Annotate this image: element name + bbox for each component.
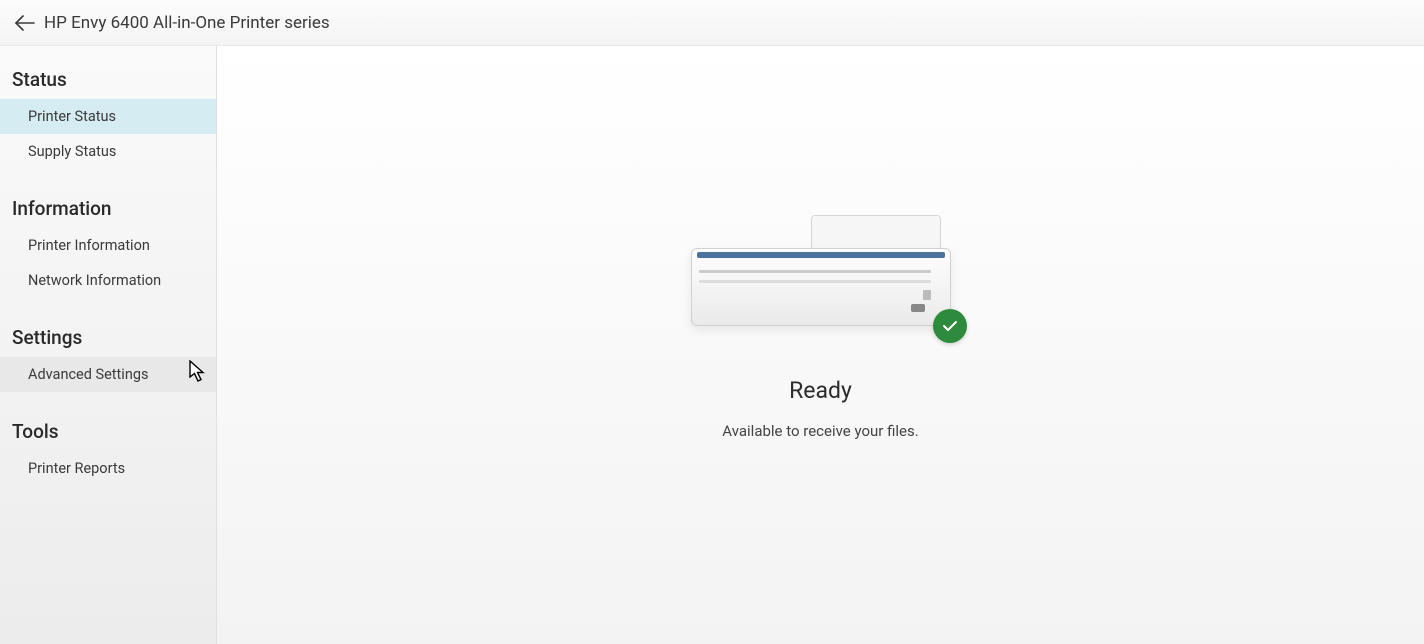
content-wrap: Status Printer Status Supply Status Info… [0, 46, 1424, 644]
printer-status-card: Ready Available to receive your files. [691, 210, 951, 440]
sidebar-item-printer-reports[interactable]: Printer Reports [0, 451, 216, 486]
sidebar-item-supply-status[interactable]: Supply Status [0, 134, 216, 169]
section-heading-settings: Settings [0, 318, 216, 357]
status-title: Ready [789, 377, 852, 404]
status-check-icon [933, 309, 967, 343]
sidebar-item-advanced-settings[interactable]: Advanced Settings [0, 357, 216, 392]
section-heading-status: Status [0, 60, 216, 99]
section-heading-tools: Tools [0, 412, 216, 451]
back-arrow-icon[interactable] [14, 12, 36, 34]
sidebar-item-printer-information[interactable]: Printer Information [0, 228, 216, 263]
printer-illustration [691, 210, 951, 345]
header-bar: HP Envy 6400 All-in-One Printer series [0, 0, 1424, 46]
page-title: HP Envy 6400 All-in-One Printer series [44, 13, 330, 33]
sidebar-item-printer-status[interactable]: Printer Status [0, 99, 216, 134]
status-subtitle: Available to receive your files. [722, 422, 918, 440]
main-panel: Ready Available to receive your files. [217, 46, 1424, 644]
sidebar: Status Printer Status Supply Status Info… [0, 46, 217, 644]
sidebar-item-network-information[interactable]: Network Information [0, 263, 216, 298]
section-heading-information: Information [0, 189, 216, 228]
